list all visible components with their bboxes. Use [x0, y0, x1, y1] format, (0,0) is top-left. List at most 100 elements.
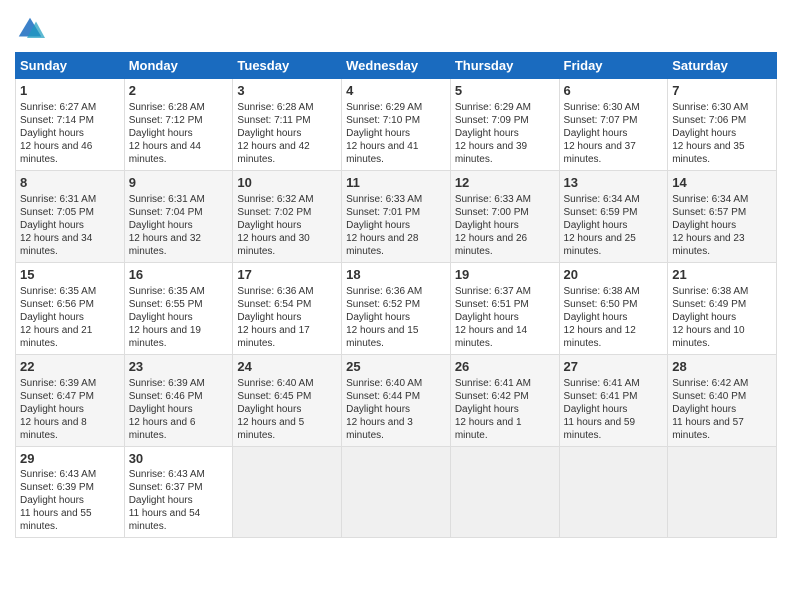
daylight-value: 12 hours and 8 minutes.: [20, 417, 87, 441]
daylight-label: Daylight hours: [455, 312, 519, 323]
day-number: 2: [129, 83, 229, 100]
daylight-label: Daylight hours: [455, 128, 519, 139]
daylight-label: Daylight hours: [129, 220, 193, 231]
daylight-label: Daylight hours: [20, 220, 84, 231]
calendar-cell: 9Sunrise: 6:31 AMSunset: 7:04 PMDaylight…: [124, 170, 233, 262]
day-number: 6: [564, 83, 664, 100]
logo-icon: [15, 14, 45, 44]
day-number: 8: [20, 175, 120, 192]
day-number: 17: [237, 267, 337, 284]
sunrise: Sunrise: 6:33 AM: [455, 194, 531, 205]
daylight-value: 11 hours and 57 minutes.: [672, 417, 744, 441]
sunrise: Sunrise: 6:40 AM: [237, 378, 313, 389]
sunset: Sunset: 6:39 PM: [20, 482, 94, 493]
day-number: 13: [564, 175, 664, 192]
sunrise: Sunrise: 6:43 AM: [129, 469, 205, 480]
calendar-cell: [668, 446, 777, 538]
sunset: Sunset: 6:42 PM: [455, 391, 529, 402]
calendar-cell: [233, 446, 342, 538]
daylight-value: 12 hours and 30 minutes.: [237, 233, 309, 257]
calendar-cell: [342, 446, 451, 538]
daylight-label: Daylight hours: [129, 495, 193, 506]
day-number: 7: [672, 83, 772, 100]
daylight-label: Daylight hours: [672, 404, 736, 415]
daylight-value: 12 hours and 1 minute.: [455, 417, 522, 441]
day-number: 5: [455, 83, 555, 100]
sunrise: Sunrise: 6:37 AM: [455, 286, 531, 297]
calendar-cell: 16Sunrise: 6:35 AMSunset: 6:55 PMDayligh…: [124, 262, 233, 354]
day-of-week-header: Saturday: [668, 53, 777, 79]
calendar-week-row: 15Sunrise: 6:35 AMSunset: 6:56 PMDayligh…: [16, 262, 777, 354]
sunset: Sunset: 6:52 PM: [346, 299, 420, 310]
sunset: Sunset: 6:45 PM: [237, 391, 311, 402]
daylight-value: 12 hours and 10 minutes.: [672, 325, 744, 349]
sunset: Sunset: 7:04 PM: [129, 207, 203, 218]
calendar-cell: 8Sunrise: 6:31 AMSunset: 7:05 PMDaylight…: [16, 170, 125, 262]
daylight-value: 12 hours and 21 minutes.: [20, 325, 92, 349]
daylight-value: 11 hours and 59 minutes.: [564, 417, 636, 441]
daylight-value: 12 hours and 25 minutes.: [564, 233, 636, 257]
daylight-value: 12 hours and 5 minutes.: [237, 417, 304, 441]
day-number: 11: [346, 175, 446, 192]
calendar-cell: 26Sunrise: 6:41 AMSunset: 6:42 PMDayligh…: [450, 354, 559, 446]
daylight-value: 12 hours and 3 minutes.: [346, 417, 413, 441]
daylight-label: Daylight hours: [237, 128, 301, 139]
day-number: 24: [237, 359, 337, 376]
daylight-label: Daylight hours: [455, 404, 519, 415]
daylight-label: Daylight hours: [129, 404, 193, 415]
day-number: 25: [346, 359, 446, 376]
sunrise: Sunrise: 6:32 AM: [237, 194, 313, 205]
day-number: 14: [672, 175, 772, 192]
day-number: 27: [564, 359, 664, 376]
sunrise: Sunrise: 6:41 AM: [455, 378, 531, 389]
daylight-value: 12 hours and 35 minutes.: [672, 141, 744, 165]
day-number: 22: [20, 359, 120, 376]
sunrise: Sunrise: 6:35 AM: [20, 286, 96, 297]
calendar-cell: 28Sunrise: 6:42 AMSunset: 6:40 PMDayligh…: [668, 354, 777, 446]
daylight-value: 12 hours and 17 minutes.: [237, 325, 309, 349]
day-of-week-header: Thursday: [450, 53, 559, 79]
calendar-cell: 14Sunrise: 6:34 AMSunset: 6:57 PMDayligh…: [668, 170, 777, 262]
sunset: Sunset: 6:41 PM: [564, 391, 638, 402]
daylight-label: Daylight hours: [129, 128, 193, 139]
daylight-value: 12 hours and 41 minutes.: [346, 141, 418, 165]
sunrise: Sunrise: 6:29 AM: [346, 102, 422, 113]
calendar-cell: 22Sunrise: 6:39 AMSunset: 6:47 PMDayligh…: [16, 354, 125, 446]
logo: [15, 14, 49, 44]
calendar-cell: 3Sunrise: 6:28 AMSunset: 7:11 PMDaylight…: [233, 79, 342, 171]
calendar-header-row: SundayMondayTuesdayWednesdayThursdayFrid…: [16, 53, 777, 79]
day-number: 3: [237, 83, 337, 100]
daylight-label: Daylight hours: [455, 220, 519, 231]
sunrise: Sunrise: 6:43 AM: [20, 469, 96, 480]
day-number: 29: [20, 451, 120, 468]
daylight-value: 12 hours and 14 minutes.: [455, 325, 527, 349]
sunset: Sunset: 6:47 PM: [20, 391, 94, 402]
sunset: Sunset: 7:14 PM: [20, 115, 94, 126]
calendar-cell: 7Sunrise: 6:30 AMSunset: 7:06 PMDaylight…: [668, 79, 777, 171]
daylight-value: 12 hours and 46 minutes.: [20, 141, 92, 165]
daylight-label: Daylight hours: [20, 404, 84, 415]
sunrise: Sunrise: 6:36 AM: [346, 286, 422, 297]
sunrise: Sunrise: 6:35 AM: [129, 286, 205, 297]
day-of-week-header: Friday: [559, 53, 668, 79]
daylight-value: 12 hours and 15 minutes.: [346, 325, 418, 349]
daylight-label: Daylight hours: [20, 312, 84, 323]
calendar-cell: 19Sunrise: 6:37 AMSunset: 6:51 PMDayligh…: [450, 262, 559, 354]
daylight-value: 11 hours and 54 minutes.: [129, 508, 201, 532]
calendar-cell: 17Sunrise: 6:36 AMSunset: 6:54 PMDayligh…: [233, 262, 342, 354]
calendar-cell: 1Sunrise: 6:27 AMSunset: 7:14 PMDaylight…: [16, 79, 125, 171]
sunset: Sunset: 7:11 PM: [237, 115, 310, 126]
page-header: [15, 10, 777, 44]
sunset: Sunset: 6:59 PM: [564, 207, 638, 218]
daylight-label: Daylight hours: [346, 220, 410, 231]
calendar-cell: 12Sunrise: 6:33 AMSunset: 7:00 PMDayligh…: [450, 170, 559, 262]
daylight-value: 12 hours and 26 minutes.: [455, 233, 527, 257]
sunset: Sunset: 7:07 PM: [564, 115, 638, 126]
sunrise: Sunrise: 6:38 AM: [672, 286, 748, 297]
day-of-week-header: Sunday: [16, 53, 125, 79]
day-number: 10: [237, 175, 337, 192]
sunset: Sunset: 6:51 PM: [455, 299, 529, 310]
daylight-label: Daylight hours: [672, 220, 736, 231]
daylight-label: Daylight hours: [564, 404, 628, 415]
calendar-cell: 25Sunrise: 6:40 AMSunset: 6:44 PMDayligh…: [342, 354, 451, 446]
